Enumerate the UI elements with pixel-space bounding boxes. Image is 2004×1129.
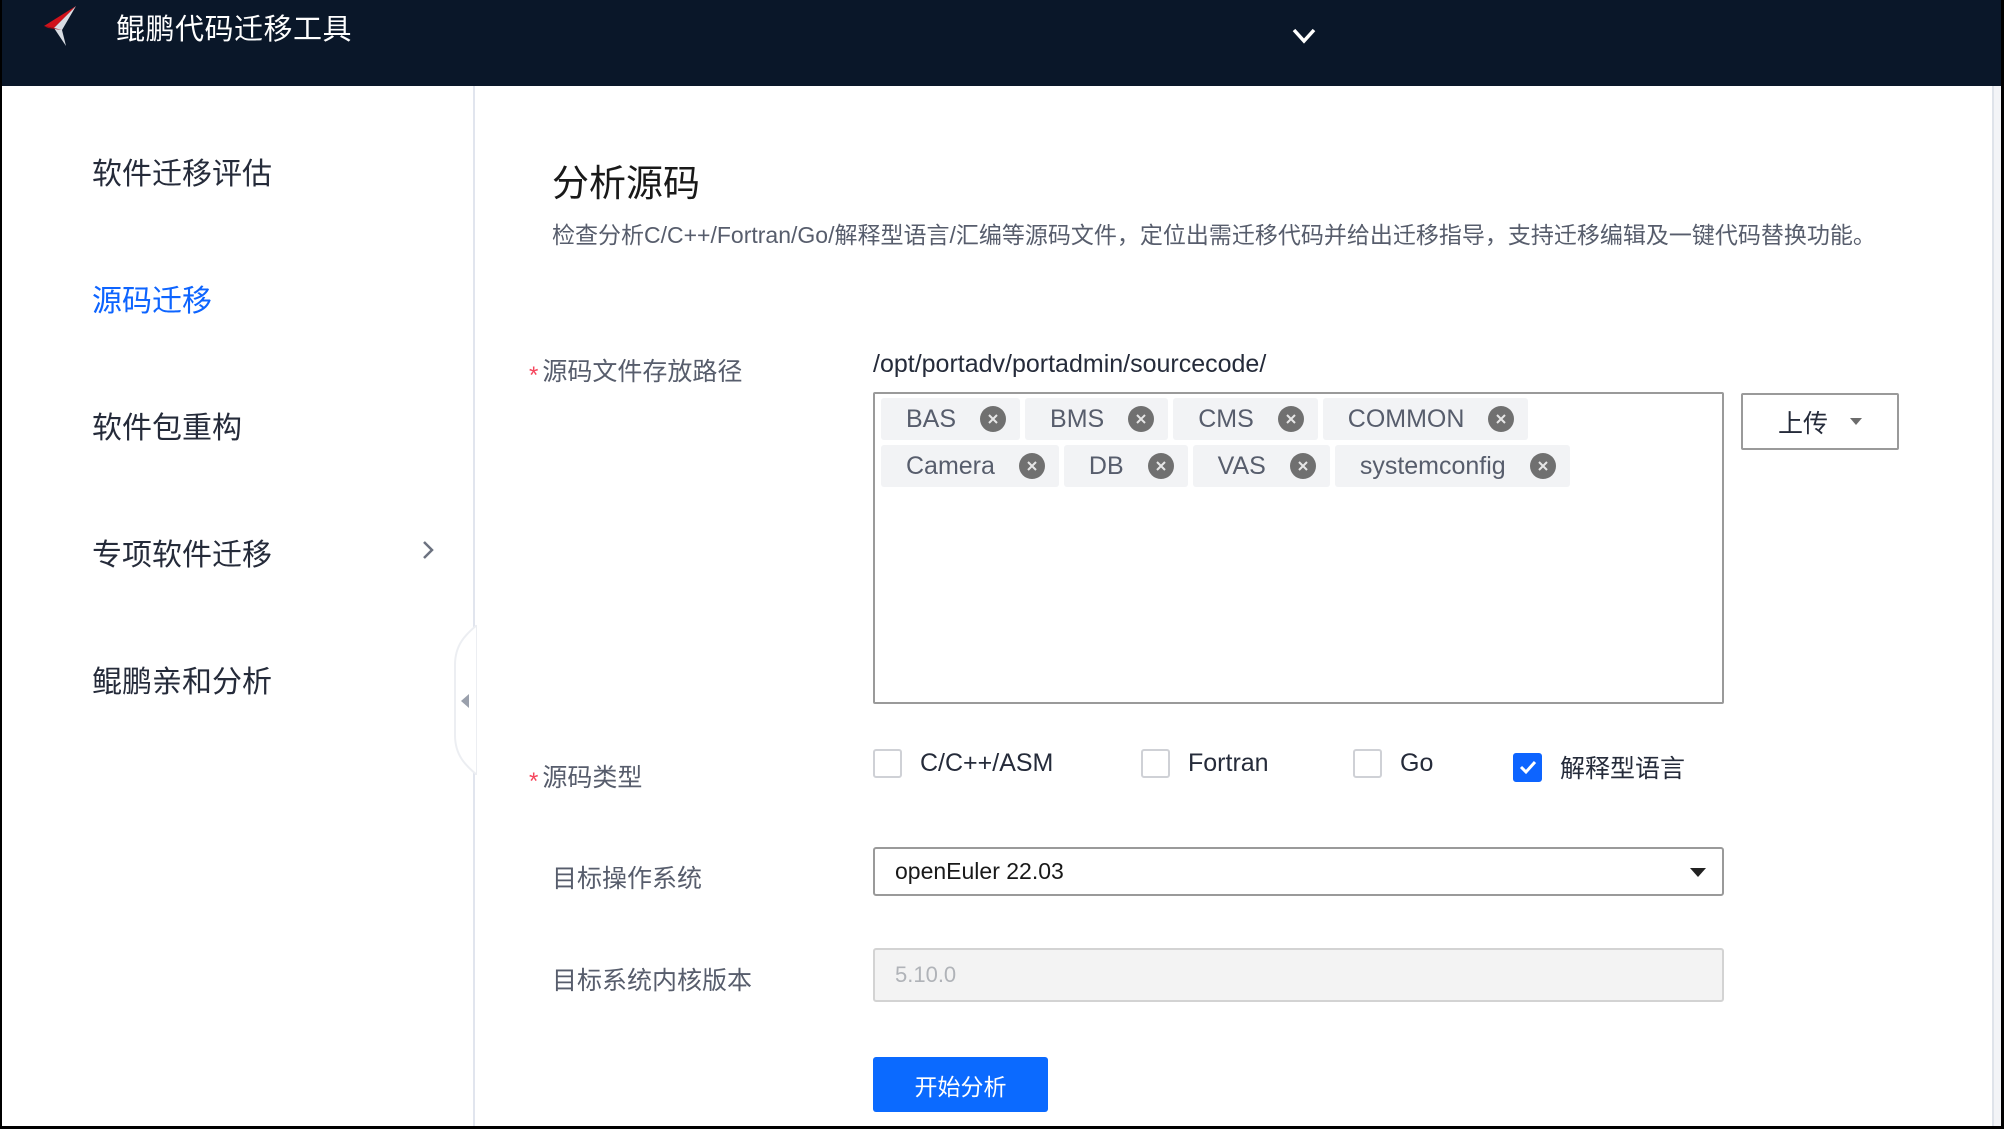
- required-star: *: [529, 362, 539, 389]
- remove-tag-icon[interactable]: [1128, 406, 1155, 432]
- checkbox-fortran[interactable]: Fortran: [1141, 749, 1269, 778]
- remove-tag-icon[interactable]: [1147, 453, 1174, 479]
- remove-tag-icon[interactable]: [980, 406, 1007, 432]
- file-tag: BAS: [881, 398, 1021, 440]
- remove-tag-icon[interactable]: [1277, 406, 1304, 432]
- remove-tag-icon[interactable]: [1529, 453, 1556, 479]
- target-os-select[interactable]: openEuler 22.03: [873, 847, 1724, 896]
- checkbox-c-cpp-asm[interactable]: C/C++/ASM: [873, 749, 1053, 778]
- kunpeng-logo-icon: [44, 6, 76, 46]
- app-title: 鲲鹏代码迁移工具: [116, 14, 353, 46]
- checkbox-interpreted-language[interactable]: 解释型语言: [1513, 749, 1685, 785]
- caret-down-icon: [1850, 418, 1862, 425]
- checkbox-box[interactable]: [1513, 752, 1542, 782]
- app-window: 鲲鹏代码迁移工具 软件迁移评估 源码迁移 软件包重构 专项软件迁移 鲲鹏亲和分析…: [2, 0, 2001, 1126]
- sidebar-item-special-software-migration[interactable]: 专项软件迁移: [92, 530, 272, 574]
- sidebar-item-affinity-analysis[interactable]: 鲲鹏亲和分析: [92, 657, 272, 701]
- caret-down-icon: [1690, 868, 1706, 877]
- file-tag: Camera: [881, 445, 1059, 487]
- kernel-version-label: 目标系统内核版本: [552, 967, 753, 995]
- sidebar-item-software-assessment[interactable]: 软件迁移评估: [92, 149, 272, 193]
- sidebar-item-source-migration[interactable]: 源码迁移: [92, 276, 212, 320]
- checkbox-box[interactable]: [1353, 749, 1382, 778]
- required-star: *: [529, 768, 539, 795]
- checkbox-go[interactable]: Go: [1353, 749, 1433, 778]
- tag-row: Camera DB VAS systemconfig: [881, 445, 1722, 487]
- checkmark-icon: [1519, 760, 1536, 775]
- page-title: 分析源码: [552, 163, 700, 204]
- target-os-label: 目标操作系统: [552, 865, 703, 893]
- checkbox-box[interactable]: [1141, 749, 1170, 778]
- sidebar-collapse-handle[interactable]: [451, 625, 477, 775]
- source-path-value: /opt/portadv/portadmin/sourcecode/: [873, 350, 1267, 378]
- checkbox-box[interactable]: [873, 749, 902, 778]
- file-tag: BMS: [1025, 398, 1169, 440]
- top-header: 鲲鹏代码迁移工具: [2, 0, 2001, 86]
- source-type-label: * 源码类型: [529, 764, 643, 795]
- file-tag: CMS: [1173, 398, 1318, 440]
- remove-tag-icon[interactable]: [1289, 453, 1316, 479]
- file-tag: DB: [1063, 445, 1188, 487]
- source-path-label: * 源码文件存放路径: [529, 358, 743, 389]
- chevron-right-icon[interactable]: [420, 539, 436, 561]
- source-file-tag-input[interactable]: BAS BMS CMS COMMON Camera DB VAS systemc…: [873, 392, 1724, 704]
- chevron-down-icon[interactable]: [1288, 24, 1320, 48]
- upload-button[interactable]: 上传: [1741, 393, 1899, 450]
- tag-row: BAS BMS CMS COMMON: [881, 398, 1722, 440]
- kernel-version-field: 5.10.0: [873, 948, 1724, 1002]
- file-tag: systemconfig: [1334, 445, 1570, 487]
- sidebar-item-package-rebuild[interactable]: 软件包重构: [92, 403, 242, 447]
- file-tag: VAS: [1192, 445, 1330, 487]
- remove-tag-icon[interactable]: [1018, 453, 1045, 479]
- start-analysis-button[interactable]: 开始分析: [873, 1057, 1048, 1112]
- main-content: 分析源码 检查分析C/C++/Fortran/Go/解释型语言/汇编等源码文件，…: [477, 86, 1992, 1126]
- file-tag: COMMON: [1322, 398, 1529, 440]
- page-description: 检查分析C/C++/Fortran/Go/解释型语言/汇编等源码文件，定位出需迁…: [552, 222, 1876, 248]
- sidebar-nav: 软件迁移评估 源码迁移 软件包重构 专项软件迁移 鲲鹏亲和分析: [2, 86, 477, 1126]
- remove-tag-icon[interactable]: [1488, 406, 1515, 432]
